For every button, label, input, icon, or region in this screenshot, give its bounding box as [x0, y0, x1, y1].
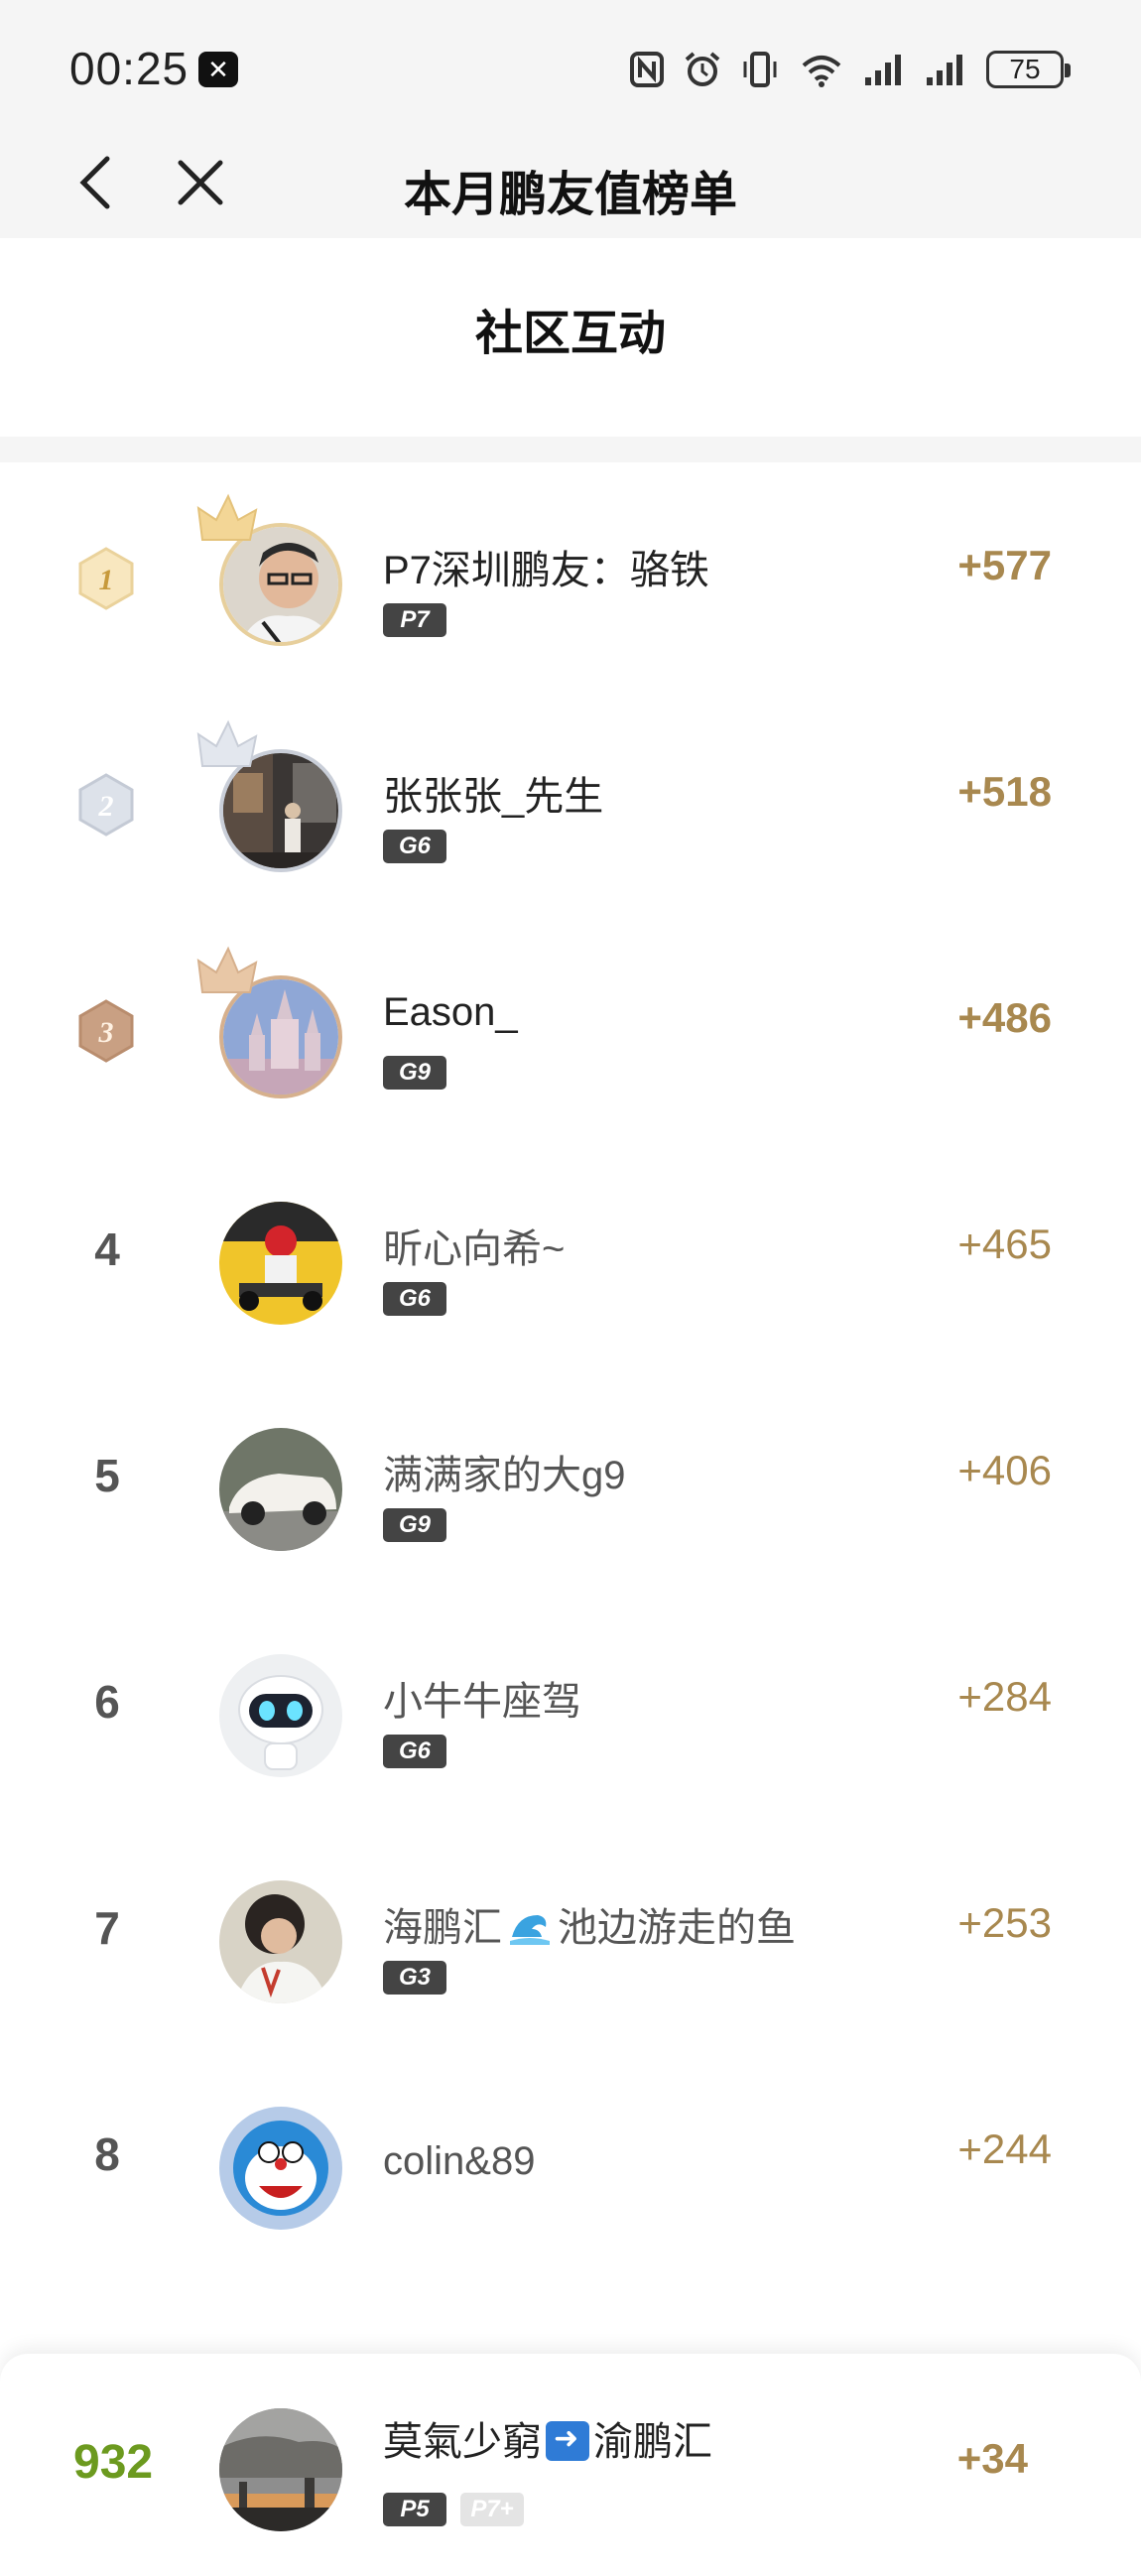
water-wave-emoji-icon: [510, 1915, 550, 1945]
user-name: 莫氣少窮 渝鹏汇: [383, 2409, 712, 2467]
user-name-part: 渝鹏汇: [593, 2420, 712, 2464]
rank-number: 5: [94, 1450, 120, 1501]
avatar-image: [219, 1202, 342, 1325]
user-name: 海鹏汇 池边游走的鱼: [383, 1895, 796, 1953]
rank-number: 4: [94, 1224, 120, 1275]
svg-text:1: 1: [99, 564, 114, 596]
car-model-badge: G6: [383, 830, 446, 863]
divider: [0, 437, 1141, 462]
status-icons: 75: [629, 48, 1071, 91]
badge-group: G6: [383, 1282, 446, 1316]
user-name: 张张张_先生: [383, 775, 604, 819]
user-name-part: 池边游走的鱼: [558, 1906, 796, 1950]
leaderboard-row[interactable]: 4 昕心向希~ G6 +465: [0, 1141, 1141, 1367]
arrow-right-emoji-icon: [546, 2421, 589, 2461]
crown-icon: [196, 719, 258, 767]
score: +518: [957, 768, 1052, 815]
leaderboard-row[interactable]: 8 colin&89 +244: [0, 2046, 1141, 2272]
score: +284: [957, 1673, 1052, 1720]
user-name: colin&89: [383, 2139, 536, 2183]
score: +465: [957, 1221, 1052, 1267]
user-name: Eason_: [383, 990, 518, 1034]
app-notification-icon: ✕: [198, 52, 238, 87]
leaderboard-row[interactable]: 1 P7深圳鹏友：骆铁 P7 +577: [0, 462, 1141, 689]
status-bar: 00:25 ✕ 75: [0, 0, 1141, 129]
my-rank-number: 932: [73, 2436, 154, 2489]
silver-medal-icon: 2: [78, 773, 134, 837]
alarm-icon: [685, 52, 720, 86]
avatar[interactable]: [216, 1425, 345, 1554]
nfc-icon: [630, 52, 664, 87]
gold-medal-icon: 1: [78, 547, 134, 610]
status-time: 00:25: [69, 43, 190, 94]
bronze-medal-icon: 3: [78, 999, 134, 1063]
car-model-badge: P5: [383, 2493, 446, 2526]
signal-icon-2: [927, 55, 962, 85]
car-model-badge: G3: [383, 1961, 446, 1995]
avatar[interactable]: [216, 2405, 345, 2534]
avatar-image: [219, 1654, 342, 1777]
car-model-badge: G6: [383, 1282, 446, 1316]
page-title: 本月鹏友值榜单: [403, 169, 737, 221]
car-model-badge: P7+: [460, 2493, 524, 2526]
car-model-badge: G6: [383, 1735, 446, 1768]
battery-indicator: 75: [986, 51, 1071, 88]
avatar-image: [219, 1428, 342, 1551]
avatar[interactable]: [216, 1651, 345, 1780]
crown-icon: [196, 493, 258, 541]
vibrate-icon: [743, 52, 777, 87]
crown-icon: [196, 946, 258, 993]
rank-number: 6: [94, 1676, 120, 1728]
car-model-badge: G9: [383, 1056, 446, 1090]
score: +253: [957, 1899, 1052, 1946]
score: +577: [957, 542, 1052, 588]
leaderboard-row[interactable]: 6 小牛牛座驾 G6 +284: [0, 1594, 1141, 1820]
rank-number: 7: [94, 1902, 120, 1954]
section-header: 社区互动: [0, 238, 1141, 437]
badge-group: G6: [383, 830, 446, 863]
user-name: 满满家的大g9: [383, 1454, 626, 1497]
svg-text:2: 2: [98, 790, 114, 823]
score: +406: [957, 1447, 1052, 1493]
my-rank-card[interactable]: 932 莫氣少窮 渝鹏汇 P5 P7+ +34: [0, 2354, 1141, 2576]
rank-number: 8: [94, 2128, 120, 2180]
badge-group: G9: [383, 1056, 446, 1090]
avatar[interactable]: [196, 719, 345, 875]
score: +486: [957, 994, 1052, 1041]
avatar[interactable]: [216, 2104, 345, 2233]
badge-group: P5 P7+: [383, 2493, 524, 2526]
score: +244: [957, 2125, 1052, 2172]
leaderboard-row[interactable]: 2 张张张_先生 G6 +518: [0, 689, 1141, 915]
badge-group: P7: [383, 603, 446, 637]
wifi-icon: [802, 56, 841, 87]
leaderboard-row[interactable]: 7 海鹏汇 池边游走的鱼 G3 +253: [0, 1820, 1141, 2046]
badge-group: G3: [383, 1961, 446, 1995]
leaderboard-row[interactable]: 5 满满家的大g9 G9 +406: [0, 1367, 1141, 1594]
car-model-badge: G9: [383, 1508, 446, 1542]
leaderboard-row[interactable]: 3 Eason_ G9 +486: [0, 915, 1141, 1141]
avatar[interactable]: [196, 493, 345, 649]
user-name: 昕心向希~: [383, 1227, 566, 1271]
section-title: 社区互动: [474, 308, 666, 360]
avatar[interactable]: [216, 1877, 345, 2006]
nav-bar: 本月鹏友值榜单: [0, 129, 1141, 238]
avatar-image: [219, 2408, 342, 2531]
avatar-image: [219, 2107, 342, 2230]
user-name-part: 海鹏汇: [383, 1906, 502, 1950]
avatar[interactable]: [196, 946, 345, 1101]
user-name: 小牛牛座驾: [383, 1680, 581, 1724]
badge-group: G9: [383, 1508, 446, 1542]
user-name-part: 莫氣少窮: [383, 2420, 542, 2464]
avatar-image: [219, 1880, 342, 2003]
avatar[interactable]: [216, 1199, 345, 1328]
badge-group: G6: [383, 1735, 446, 1768]
car-model-badge: P7: [383, 603, 446, 637]
score: +34: [956, 2435, 1028, 2482]
signal-icon-1: [865, 55, 901, 85]
user-name: P7深圳鹏友：骆铁: [383, 549, 709, 592]
svg-text:3: 3: [98, 1016, 114, 1049]
